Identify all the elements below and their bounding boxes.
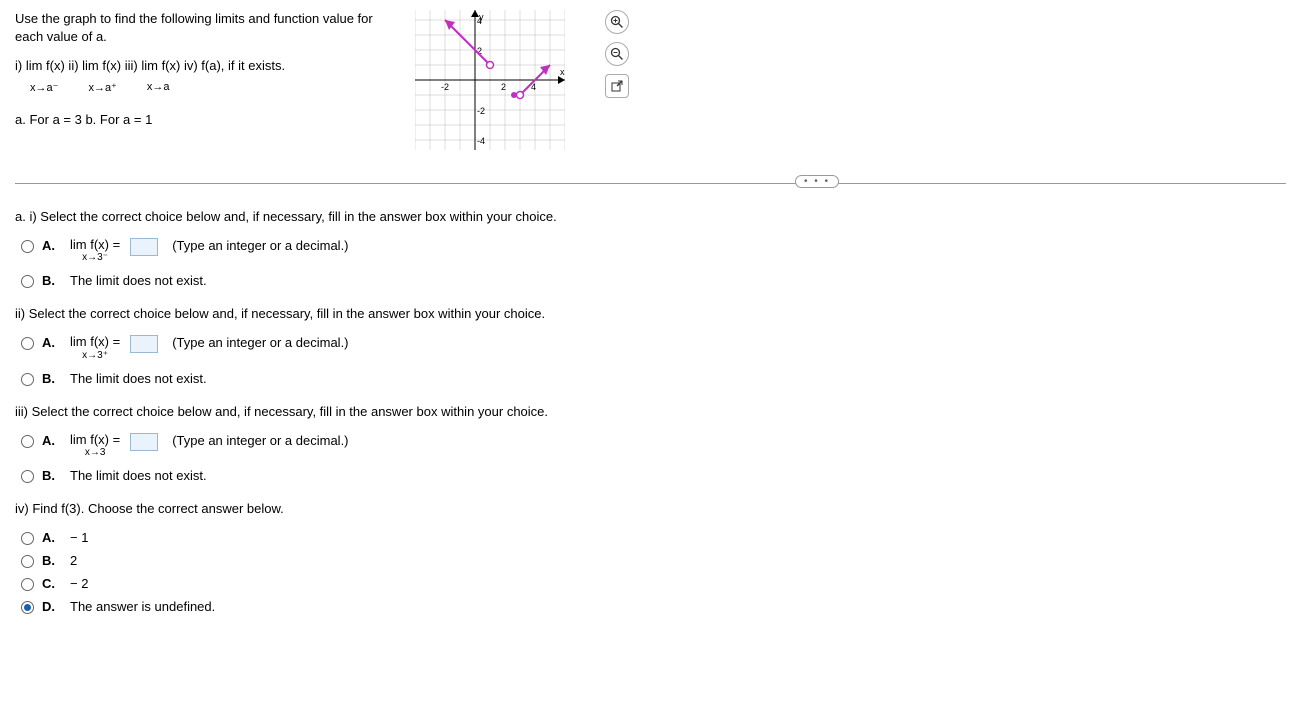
label-b: B.: [42, 273, 62, 288]
choice-aiv-a: − 1: [70, 530, 88, 545]
zoom-out-icon[interactable]: [605, 42, 629, 66]
choice-aiv-b: 2: [70, 553, 77, 568]
radio-aii-a[interactable]: [21, 337, 34, 350]
more-button[interactable]: • • •: [795, 175, 839, 188]
radio-aii-b[interactable]: [21, 373, 34, 386]
section-aiii-header: iii) Select the correct choice below and…: [15, 404, 1286, 419]
radio-ai-b[interactable]: [21, 275, 34, 288]
lim-3: lim f(x) = x→3: [70, 433, 120, 458]
answer-input-ai[interactable]: [130, 238, 158, 256]
section-ai-header: a. i) Select the correct choice below an…: [15, 209, 1286, 224]
answer-input-aiii[interactable]: [130, 433, 158, 451]
graph-panel: yx 42 -2-4 -224: [415, 10, 575, 153]
function-graph: yx 42 -2-4 -224: [415, 10, 565, 150]
radio-aiv-c[interactable]: [21, 578, 34, 591]
answer-input-aii[interactable]: [130, 335, 158, 353]
choice-aiv-c: − 2: [70, 576, 88, 591]
svg-text:2: 2: [501, 82, 506, 92]
dne-aiii: The limit does not exist.: [70, 468, 207, 483]
section-aii-header: ii) Select the correct choice below and,…: [15, 306, 1286, 321]
radio-aiii-a[interactable]: [21, 435, 34, 448]
lim-3minus: lim f(x) = x→3⁻: [70, 238, 120, 263]
radio-aiii-b[interactable]: [21, 470, 34, 483]
choice-aiv-d: The answer is undefined.: [70, 599, 215, 614]
svg-text:-4: -4: [477, 136, 485, 146]
parts-line: i) lim f(x) ii) lim f(x) iii) lim f(x) i…: [15, 58, 395, 73]
section-aiv-header: iv) Find f(3). Choose the correct answer…: [15, 501, 1286, 516]
label-a: A.: [42, 238, 62, 253]
dne-ai: The limit does not exist.: [70, 273, 207, 288]
approach-c: x→a: [147, 81, 170, 94]
radio-aiv-b[interactable]: [21, 555, 34, 568]
lim-3plus: lim f(x) = x→3⁺: [70, 335, 120, 360]
svg-text:x: x: [560, 67, 565, 77]
section-divider: [15, 183, 1286, 184]
radio-aiv-a[interactable]: [21, 532, 34, 545]
popout-icon[interactable]: [605, 74, 629, 98]
svg-text:-2: -2: [477, 106, 485, 116]
approach-a: x→a⁻: [30, 81, 58, 94]
radio-aiv-d[interactable]: [21, 601, 34, 614]
hint-ai: (Type an integer or a decimal.): [172, 238, 348, 253]
zoom-in-icon[interactable]: [605, 10, 629, 34]
sub-parts: a. For a = 3 b. For a = 1: [15, 112, 395, 127]
dne-aii: The limit does not exist.: [70, 371, 207, 386]
question-intro: Use the graph to find the following limi…: [15, 10, 395, 46]
svg-text:4: 4: [477, 16, 482, 26]
radio-ai-a[interactable]: [21, 240, 34, 253]
svg-text:-2: -2: [441, 82, 449, 92]
approach-b: x→a⁺: [88, 81, 116, 94]
approach-row: x→a⁻ x→a⁺ x→a: [30, 81, 395, 94]
